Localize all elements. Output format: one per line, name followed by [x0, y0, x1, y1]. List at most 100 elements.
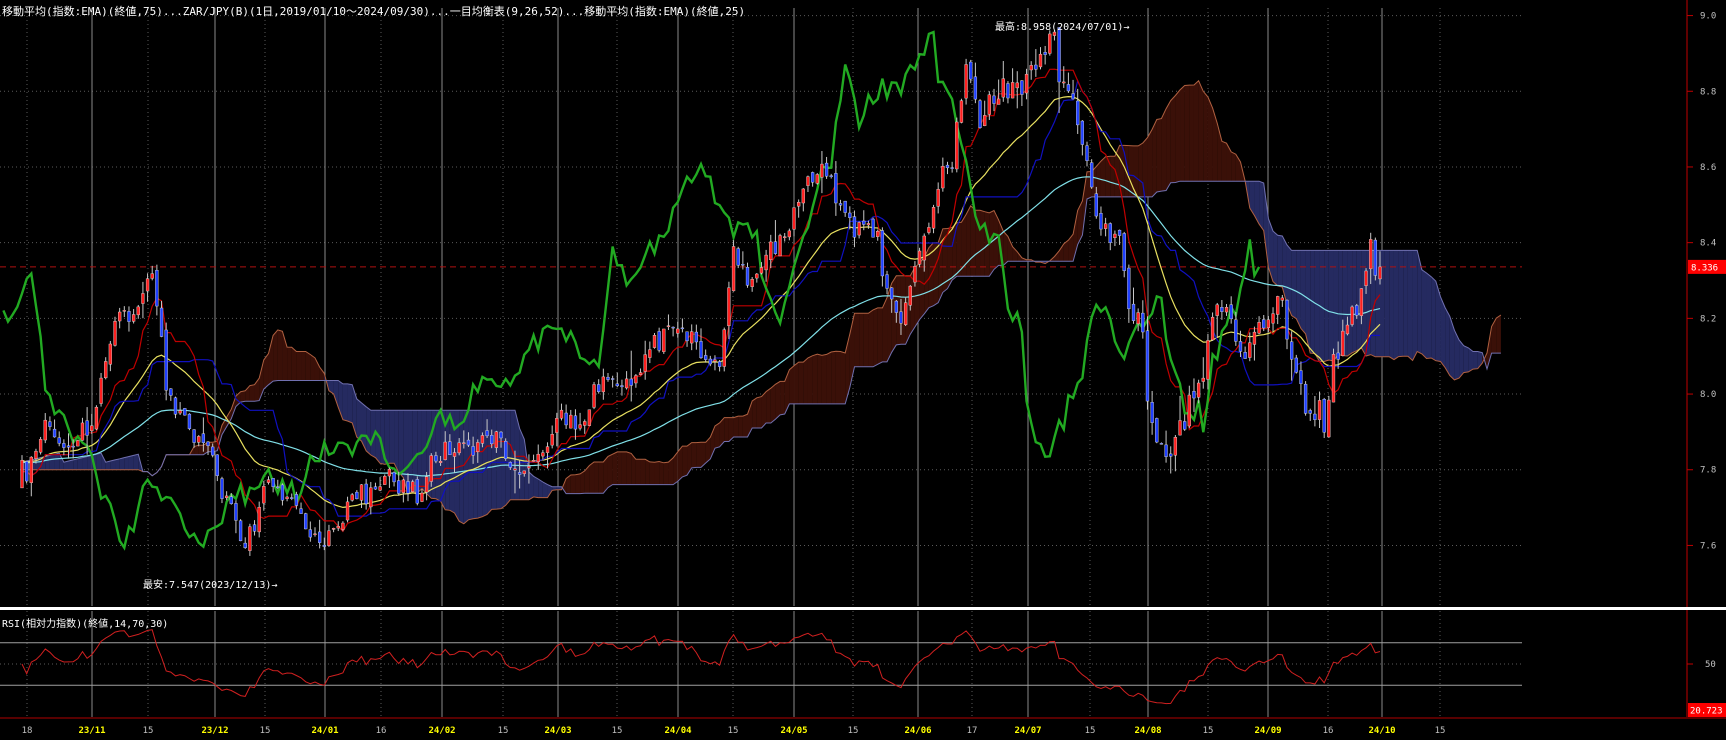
kumo-segment [1110, 156, 1115, 197]
candle-body [717, 361, 722, 367]
candle [578, 412, 582, 431]
candle-body [541, 452, 545, 457]
pane-separators [0, 607, 1726, 719]
candle-body [271, 478, 275, 487]
candle-body [987, 94, 991, 115]
candle [597, 379, 601, 394]
candle [215, 454, 219, 482]
kumo-segment [119, 457, 125, 470]
candle [936, 182, 940, 214]
candle [1108, 222, 1112, 251]
candle [141, 281, 145, 319]
candle-body [1131, 303, 1136, 321]
chart-svg: 最高:8.958(2024/07/01)→ 最安:7.547(2023/12/13… [0, 0, 1726, 740]
candle-body [917, 250, 922, 265]
low-annotation: 最安:7.547(2023/12/13)→ [143, 578, 277, 591]
rsi-header: RSI(相対力指数)(終値,14,70,30) [2, 619, 169, 630]
kumo-segment [82, 456, 88, 470]
candle-body [1359, 288, 1364, 316]
candle [564, 404, 568, 429]
candle-body [959, 100, 964, 123]
candle-body [364, 483, 368, 505]
candle [43, 413, 47, 444]
kumo-segment [133, 454, 139, 470]
candle-body [1252, 331, 1257, 345]
date-tick-label: 24/05 [780, 726, 807, 736]
kumo-segment [1496, 314, 1501, 354]
candle-body [899, 311, 903, 324]
candle [992, 88, 996, 112]
high-annotation: 最高:8.958(2024/07/01)→ [995, 20, 1129, 33]
candle [308, 521, 312, 542]
candle [327, 524, 331, 547]
kumo-segment [1459, 339, 1464, 379]
rsi-value-label: 20.723 [1690, 707, 1723, 717]
candle-body [341, 522, 345, 530]
candle-body [666, 325, 671, 327]
candle-body [652, 335, 657, 348]
candle [1224, 304, 1229, 316]
candle-body [1010, 82, 1015, 99]
kumo-segment [296, 351, 302, 381]
candle-body [820, 163, 824, 178]
kumo-segment [1259, 181, 1264, 231]
kumo-segment [621, 451, 627, 485]
candle [1010, 68, 1015, 99]
candle-body [1313, 413, 1317, 420]
candle [1113, 230, 1117, 247]
candle-body [806, 176, 810, 186]
candle-body [578, 424, 582, 429]
candle-body [1173, 437, 1178, 456]
candle [80, 417, 85, 441]
candle-body [1090, 162, 1094, 188]
candle [1062, 66, 1066, 88]
candle [959, 98, 964, 124]
date-tick-label: 15 [1435, 726, 1446, 736]
candle [583, 419, 587, 434]
candle [624, 371, 629, 390]
candle-body [155, 270, 159, 307]
grid [0, 8, 1522, 717]
candle-body [769, 241, 773, 261]
candle [829, 173, 833, 179]
candle-body [229, 496, 233, 504]
candle [880, 227, 885, 287]
candle [783, 233, 787, 242]
candle-body [276, 486, 280, 488]
candle [1159, 442, 1164, 445]
candle-body [211, 446, 215, 456]
candle-body [94, 406, 99, 430]
candle [1257, 316, 1261, 335]
candle-body [383, 475, 387, 485]
kumo-segment [301, 351, 306, 381]
candle [364, 478, 368, 510]
candle-body [85, 420, 89, 436]
candle [1001, 60, 1005, 102]
kumo-segment [1161, 108, 1167, 192]
candle [680, 318, 685, 333]
kumo-segment [1198, 80, 1204, 182]
kumo-segment [77, 457, 83, 470]
candle [104, 357, 108, 380]
candle-body [871, 218, 875, 238]
candle-body [1220, 307, 1224, 312]
candle [1229, 296, 1233, 324]
candle [685, 331, 689, 347]
candle [671, 326, 675, 337]
candle-body [508, 462, 512, 468]
price-tick-label: 8.6 [1700, 163, 1716, 173]
candle-body [531, 460, 536, 462]
candle-body [862, 220, 866, 225]
candle [969, 59, 973, 84]
candle-body [1187, 394, 1191, 427]
candle-body [108, 343, 113, 365]
candle-body [583, 421, 587, 426]
candle [699, 328, 703, 359]
kumo-segment [1426, 273, 1432, 359]
date-tick-label: 24/02 [428, 726, 455, 736]
date-tick-label: 24/10 [1368, 726, 1395, 736]
candle-body [1127, 267, 1131, 310]
rsi-pane: 50 20.723 [0, 629, 1726, 717]
kumo-segment [761, 391, 767, 429]
ema75-line [21, 176, 1381, 477]
